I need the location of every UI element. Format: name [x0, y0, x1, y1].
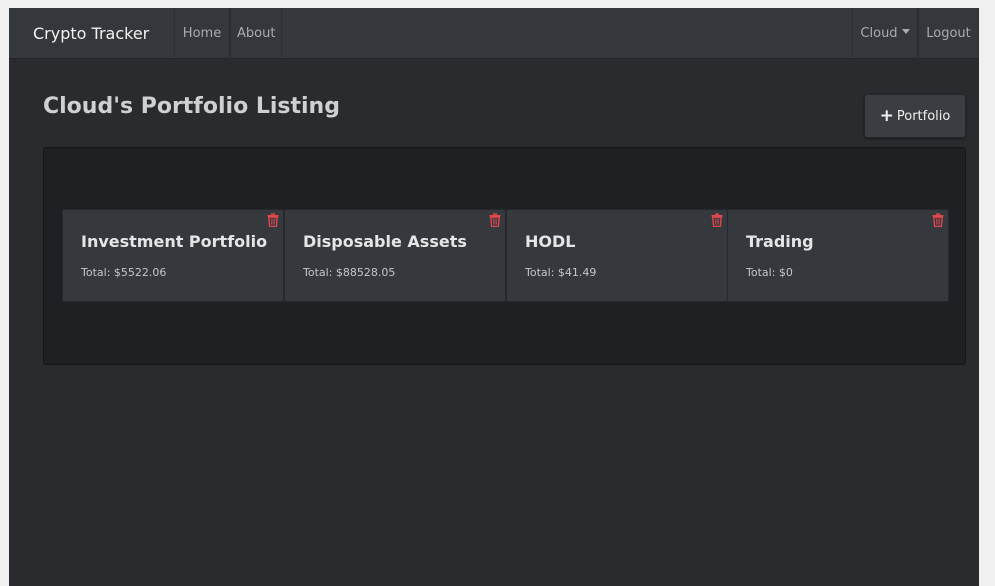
nav-home[interactable]: Home: [174, 8, 230, 59]
trash-icon[interactable]: [489, 213, 501, 227]
portfolio-card[interactable]: Investment Portfolio Total: $5522.06: [62, 209, 284, 302]
portfolio-total: Total: $5522.06: [81, 266, 167, 279]
portfolio-total: Total: $0: [746, 266, 793, 279]
trash-icon[interactable]: [267, 213, 279, 227]
trash-icon[interactable]: [932, 213, 944, 227]
portfolio-total: Total: $88528.05: [303, 266, 396, 279]
chevron-down-icon: [901, 29, 910, 34]
brand-link[interactable]: Crypto Tracker: [33, 8, 149, 59]
portfolio-card[interactable]: Disposable Assets Total: $88528.05: [284, 209, 506, 302]
add-portfolio-label: Portfolio: [896, 108, 951, 124]
plus-icon: +: [879, 105, 894, 126]
portfolio-list-panel: Investment Portfolio Total: $5522.06 Dis…: [43, 147, 966, 365]
portfolio-name: Investment Portfolio: [81, 232, 268, 251]
navbar: Crypto Tracker Home About Cloud Logout: [9, 8, 979, 59]
logout-link[interactable]: Logout: [918, 8, 979, 59]
page-title: Cloud's Portfolio Listing: [43, 94, 340, 119]
portfolio-name: Trading: [746, 232, 814, 251]
portfolio-card[interactable]: HODL Total: $41.49: [506, 209, 728, 302]
add-portfolio-button[interactable]: + Portfolio: [864, 94, 966, 138]
portfolio-card[interactable]: Trading Total: $0: [727, 209, 949, 302]
nav-about[interactable]: About: [230, 8, 282, 59]
portfolio-name: HODL: [525, 232, 576, 251]
user-menu-label: Cloud: [860, 26, 898, 41]
app-window: Crypto Tracker Home About Cloud Logout C…: [9, 8, 979, 586]
user-menu-dropdown[interactable]: Cloud: [852, 8, 918, 59]
portfolio-total: Total: $41.49: [525, 266, 597, 279]
portfolio-name: Disposable Assets: [303, 232, 467, 251]
trash-icon[interactable]: [711, 213, 723, 227]
